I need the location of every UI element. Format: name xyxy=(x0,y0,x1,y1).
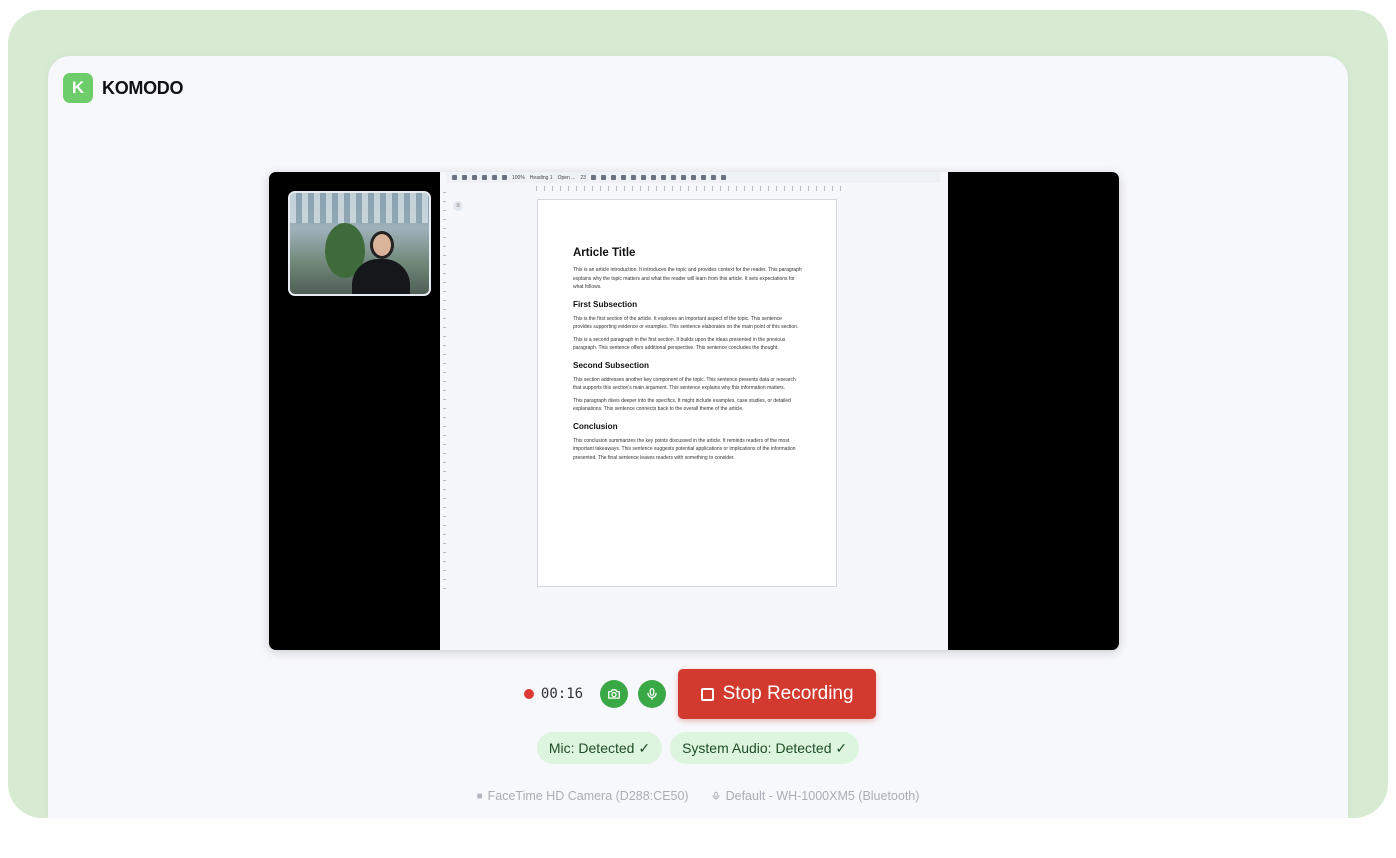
font-select: Open ... xyxy=(557,174,576,181)
highlight-icon xyxy=(630,175,636,180)
align-icon xyxy=(670,175,676,180)
webcam-background xyxy=(290,193,429,223)
video-camera-icon: ■ xyxy=(476,790,483,802)
system-audio-status-badge: System Audio: Detected ✓ xyxy=(670,732,860,764)
numbered-list-icon xyxy=(710,175,716,180)
underline-icon xyxy=(610,175,616,180)
detection-status: Mic: Detected ✓ System Audio: Detected ✓ xyxy=(48,732,1348,764)
device-list: ■ FaceTime HD Camera (D288:CE50) Default… xyxy=(48,789,1348,803)
mic-status-badge: Mic: Detected ✓ xyxy=(536,732,663,764)
doc-paragraph: This is the first section of the article… xyxy=(573,315,799,331)
microphone-icon xyxy=(712,791,720,801)
camera-toggle-button[interactable] xyxy=(600,680,629,708)
text-color-icon xyxy=(620,175,626,180)
komodo-logo: K xyxy=(63,73,93,103)
style-select: Heading 1 xyxy=(529,174,553,181)
webcam-preview[interactable] xyxy=(288,191,431,296)
doc-paragraph: This paragraph dives deeper into the spe… xyxy=(573,397,791,413)
undo-icon xyxy=(462,175,467,180)
document-toolbar: 100% Heading 1 Open ... 23 xyxy=(446,172,940,183)
microphone-device-label: Default - WH-1000XM5 (Bluetooth) xyxy=(725,789,920,803)
print-icon xyxy=(482,175,487,180)
stop-square-icon xyxy=(700,687,714,701)
webcam-person-head xyxy=(370,231,394,259)
search-icon xyxy=(452,175,457,180)
zoom-select: 100% xyxy=(512,174,525,181)
outline-icon: ≡ xyxy=(453,201,463,211)
vertical-ruler xyxy=(443,192,446,592)
mic-toggle-button[interactable] xyxy=(638,680,667,708)
more-icon xyxy=(720,175,726,180)
doc-intro: This is an article introduction. It intr… xyxy=(573,267,802,290)
microphone-device: Default - WH-1000XM5 (Bluetooth) xyxy=(711,789,920,803)
stop-recording-button[interactable]: Stop Recording xyxy=(678,669,877,719)
mic-icon xyxy=(647,688,657,700)
brand: K KOMODO xyxy=(63,73,184,103)
recording-controls: 00:16 Stop Recording xyxy=(48,668,1348,720)
timer-text: 00:16 xyxy=(540,686,584,702)
recording-timer: 00:16 xyxy=(523,686,584,702)
doc-heading: Second Subsection xyxy=(573,360,649,370)
horizontal-ruler xyxy=(536,186,846,191)
doc-title: Article Title xyxy=(573,247,636,259)
recording-preview: 100% Heading 1 Open ... 23 ≡ Article Tit… xyxy=(269,172,1119,650)
spellcheck-icon xyxy=(492,175,497,180)
stop-recording-label: Stop Recording xyxy=(722,683,854,704)
line-spacing-icon xyxy=(680,175,686,180)
camera-device-label: FaceTime HD Camera (D288:CE50) xyxy=(487,789,689,803)
checklist-icon xyxy=(690,175,696,180)
camera-device: ■ FaceTime HD Camera (D288:CE50) xyxy=(477,789,689,803)
comment-icon xyxy=(650,175,656,180)
font-size: 23 xyxy=(580,174,586,181)
recording-dot-icon xyxy=(523,689,534,699)
bold-icon xyxy=(590,175,596,180)
italic-icon xyxy=(600,175,606,180)
link-icon xyxy=(640,175,646,180)
main-panel: K KOMODO 100% Heading 1 Open ... 23 ≡ Ar… xyxy=(48,56,1348,818)
camera-icon xyxy=(608,689,620,699)
doc-heading: Conclusion xyxy=(573,421,618,431)
image-icon xyxy=(660,175,666,180)
doc-heading: First Subsection xyxy=(573,299,638,309)
webcam-person-body xyxy=(352,259,410,294)
paint-format-icon xyxy=(502,175,507,180)
doc-paragraph: This conclusion summarizes the key point… xyxy=(573,437,796,461)
doc-paragraph: This section addresses another key compo… xyxy=(573,376,796,392)
bullet-list-icon xyxy=(700,175,706,180)
doc-paragraph: This is a second paragraph in the first … xyxy=(573,336,786,352)
redo-icon xyxy=(472,175,477,180)
document-page: Article Title This is an article introdu… xyxy=(537,199,837,587)
brand-name: KOMODO xyxy=(102,77,184,98)
shared-screen: 100% Heading 1 Open ... 23 ≡ Article Tit… xyxy=(440,172,948,650)
